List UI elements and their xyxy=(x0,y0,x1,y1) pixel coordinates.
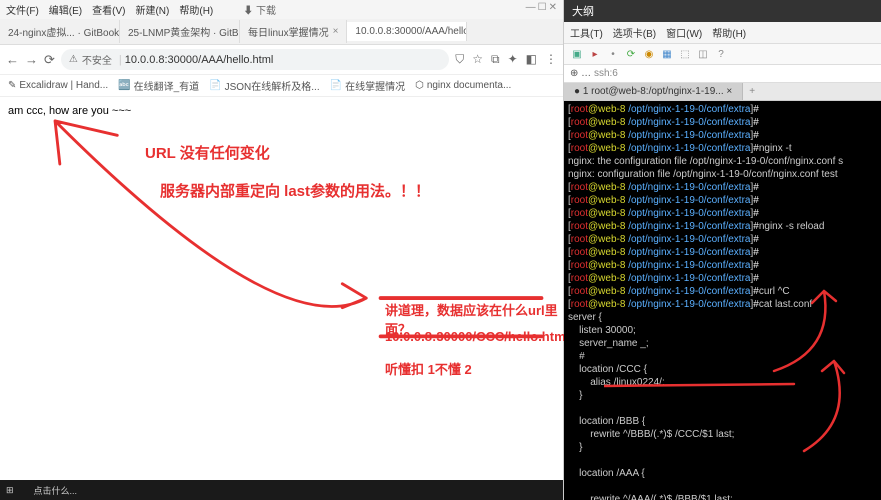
shield-icon[interactable]: ⛉ xyxy=(455,52,464,67)
reload-button[interactable]: ⟳ xyxy=(44,52,55,68)
menu-file[interactable]: 文件(F) xyxy=(6,2,39,17)
tool-icon[interactable]: ? xyxy=(714,47,728,61)
tab-4-active[interactable]: 10.0.0.8:30000/AAA/hello.html× xyxy=(347,22,467,41)
url-text: 10.0.0.8:30000/AAA/hello.html xyxy=(125,54,274,66)
tool-icon[interactable]: ▸ xyxy=(588,47,602,61)
menu-icon[interactable]: ⋮ xyxy=(545,52,557,67)
tool-icon[interactable]: • xyxy=(606,47,620,61)
xshell-session-bar[interactable]: ⊕ … ssh:6 xyxy=(564,65,881,83)
xshell-title: 大纲 xyxy=(564,0,881,22)
tool-icon[interactable]: ▦ xyxy=(660,47,674,61)
annotation-1: URL 没有任何变化 xyxy=(145,142,270,163)
menu-tabs[interactable]: 选项卡(B) xyxy=(613,25,656,40)
tab-3[interactable]: 每日linux掌握情况× xyxy=(240,20,347,43)
forward-button[interactable]: → xyxy=(25,52,38,67)
menu-view[interactable]: 查看(V) xyxy=(92,2,125,17)
bookmark-5[interactable]: ⬡ nginx documenta... xyxy=(415,78,511,93)
back-button[interactable]: ← xyxy=(6,52,19,67)
toolbar-icons: ⛉ ☆ ⧉ ✦ ◧ ⋮ xyxy=(455,52,557,67)
puzzle-icon[interactable]: ✦ xyxy=(508,52,518,67)
insecure-icon: ⚠ xyxy=(69,54,78,65)
close-icon[interactable]: ✕ xyxy=(549,2,557,17)
ext-icon[interactable]: ⧉ xyxy=(491,52,500,67)
download-label: ⬇ 下载 xyxy=(243,2,276,17)
bookmark-1[interactable]: ✎ Excalidraw | Hand... xyxy=(8,78,108,93)
address-bar[interactable]: ⚠ 不安全 | 10.0.0.8:30000/AAA/hello.html xyxy=(61,49,449,70)
tool-icon[interactable]: ⬚ xyxy=(678,47,692,61)
start-icon[interactable]: ⊞ xyxy=(6,485,14,496)
taskbar-item[interactable]: 点击什么... xyxy=(34,484,78,497)
bookmark-4[interactable]: 📄 在线掌握情况 xyxy=(330,78,405,93)
taskbar: ⊞ 点击什么... xyxy=(0,480,563,500)
window-buttons: ― ☐ ✕ xyxy=(526,2,557,17)
xshell-toolbar: ▣ ▸ • ⟳ ◉ ▦ ⬚ ◫ ? xyxy=(564,44,881,65)
annotation-4: 10.0.0.8:30000/CCC/hello.html xyxy=(385,329,569,344)
address-bar-row: ← → ⟳ ⚠ 不安全 | 10.0.0.8:30000/AAA/hello.h… xyxy=(0,45,563,75)
security-label: 不安全 xyxy=(82,52,112,67)
tool-icon[interactable]: ▣ xyxy=(570,47,584,61)
maximize-icon[interactable]: ☐ xyxy=(538,2,547,17)
menu-window[interactable]: 窗口(W) xyxy=(666,25,702,40)
xshell-window: 大纲 工具(T) 选项卡(B) 窗口(W) 帮助(H) ▣ ▸ • ⟳ ◉ ▦ … xyxy=(563,0,881,500)
tool-icon[interactable]: ◉ xyxy=(642,47,656,61)
close-icon[interactable]: × xyxy=(333,26,339,37)
browser-tabs: 24-nginx虚拟... · GitBook× 25-LNMP黄金架构 · G… xyxy=(0,19,563,45)
annotation-overlay xyxy=(0,97,563,480)
menu-help[interactable]: 帮助(H) xyxy=(179,2,213,17)
bookmark-3[interactable]: 📄 JSON在线解析及格... xyxy=(209,78,319,93)
annotation-5: 听懂扣 1不懂 2 xyxy=(385,359,472,378)
page-content: am ccc, how are you ~~~ URL 没有任何变化 服务器内部… xyxy=(0,97,563,480)
annotation-2: 服务器内部重定向 last参数的用法。！！ xyxy=(160,180,430,201)
page-body-text: am ccc, how are you ~~~ xyxy=(8,105,555,117)
bookmark-2[interactable]: 🔤 在线翻译_有道 xyxy=(118,78,199,93)
xshell-menubar: 工具(T) 选项卡(B) 窗口(W) 帮助(H) xyxy=(564,22,881,44)
xshell-tab-active[interactable]: ● 1 root@web-8:/opt/nginx-1-19... × xyxy=(564,83,743,100)
bookmarks-bar: ✎ Excalidraw | Hand... 🔤 在线翻译_有道 📄 JSON在… xyxy=(0,75,563,97)
menu-help[interactable]: 帮助(H) xyxy=(712,25,746,40)
menu-edit[interactable]: 编辑(E) xyxy=(49,2,82,17)
terminal[interactable]: [root@web-8 /opt/nginx-1-19-0/conf/extra… xyxy=(564,101,881,500)
minimize-icon[interactable]: ― xyxy=(526,2,536,17)
star-icon[interactable]: ☆ xyxy=(472,52,483,67)
add-tab-button[interactable]: + xyxy=(743,83,761,100)
xshell-tabs: ● 1 root@web-8:/opt/nginx-1-19... × + xyxy=(564,83,881,101)
browser-window: 文件(F) 编辑(E) 查看(V) 新建(N) 帮助(H) ⬇ 下载 ― ☐ ✕… xyxy=(0,0,563,500)
window-top-menu: 文件(F) 编辑(E) 查看(V) 新建(N) 帮助(H) ⬇ 下载 ― ☐ ✕ xyxy=(0,0,563,19)
tab-2[interactable]: 25-LNMP黄金架构 · GitBook× xyxy=(120,20,240,43)
tab-1[interactable]: 24-nginx虚拟... · GitBook× xyxy=(0,20,120,43)
tool-icon[interactable]: ⟳ xyxy=(624,47,638,61)
tool-icon[interactable]: ◫ xyxy=(696,47,710,61)
menu-new[interactable]: 新建(N) xyxy=(135,2,169,17)
user-icon[interactable]: ◧ xyxy=(526,52,537,67)
menu-tools[interactable]: 工具(T) xyxy=(570,25,603,40)
